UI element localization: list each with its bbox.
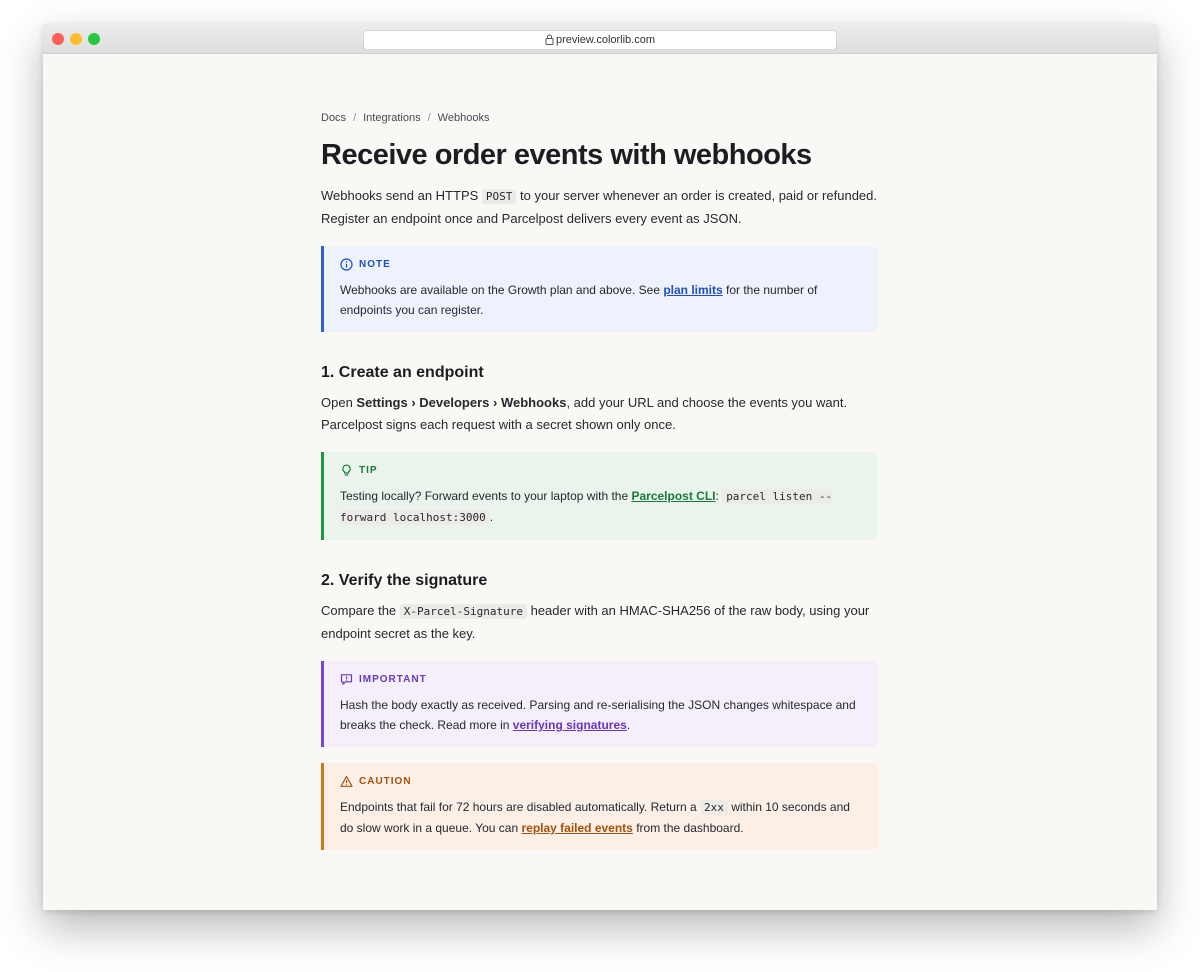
important-callout: IMPORTANT Hash the body exactly as recei… [321, 661, 878, 747]
important-label: IMPORTANT [359, 673, 427, 685]
path-separator: › [407, 395, 420, 410]
caution-label: CAUTION [359, 775, 412, 787]
important-header: IMPORTANT [340, 672, 862, 686]
breadcrumb: Docs / Integrations / Webhooks [321, 111, 878, 125]
plan-limits-link[interactable]: plan limits [663, 283, 722, 297]
caution-callout: CAUTION Endpoints that fail for 72 hours… [321, 763, 878, 850]
note-header: NOTE [340, 257, 862, 271]
path-separator: › [489, 395, 501, 410]
caution-header: CAUTION [340, 774, 862, 788]
tip-callout: TIP Testing locally? Forward events to y… [321, 452, 878, 540]
caution-text: from the dashboard. [632, 821, 744, 835]
note-callout: NOTE Webhooks are available on the Growt… [321, 246, 878, 332]
replay-failed-events-link[interactable]: replay failed events [521, 821, 632, 835]
important-body: Hash the body exactly as received. Parsi… [340, 695, 862, 735]
url-text: preview.colorlib.com [555, 34, 656, 46]
browser-window: preview.colorlib.com Docs / Integrations / W… [43, 24, 1157, 910]
parcelpost-cli-link[interactable]: Parcelpost CLI [631, 489, 715, 503]
section-heading-create-endpoint: 1. Create an endpoint [321, 364, 484, 381]
section1-paragraph: Open Settings › Developers › Webhooks, a… [321, 392, 878, 436]
section2-text: Compare the [321, 603, 400, 618]
section-heading-verify-signature: 2. Verify the signature [321, 572, 488, 589]
webhooks-label: Webhooks [500, 395, 567, 410]
message-icon [340, 673, 353, 685]
breadcrumb-webhooks[interactable]: Webhooks [438, 112, 490, 124]
tip-text: . [489, 510, 494, 524]
caution-body: Endpoints that fail for 72 hours are dis… [340, 797, 862, 838]
inline-code-post: POST [481, 189, 517, 204]
tip-header: TIP [340, 463, 862, 477]
inline-code-signature-header: X-Parcel-Signature [399, 604, 527, 619]
doc-content: Docs / Integrations / Webhooks Receive order… [321, 111, 878, 850]
zoom-window-button[interactable] [88, 33, 100, 45]
page-title: Receive order events with webhooks [321, 139, 812, 171]
inline-code-2xx: 2xx [699, 800, 728, 815]
title-bar: preview.colorlib.com [43, 24, 1157, 54]
section1-text: Open [321, 395, 357, 410]
intro-text: Webhooks send an HTTPS [321, 188, 482, 203]
minimize-window-button[interactable] [70, 33, 82, 45]
tip-text: Testing locally? Forward events to your … [340, 489, 632, 503]
breadcrumb-separator: / [353, 112, 357, 124]
note-label: NOTE [359, 258, 391, 270]
intro-paragraph: Webhooks send an HTTPS POST to your serv… [321, 185, 878, 230]
developers-label: Developers [419, 395, 490, 410]
verifying-signatures-link[interactable]: verifying signatures [513, 718, 627, 732]
caution-text: Endpoints that fail for 72 hours are dis… [340, 800, 700, 814]
settings-label: Settings [356, 395, 408, 410]
info-icon [340, 257, 353, 271]
important-text: . [626, 718, 631, 732]
warning-icon [340, 775, 353, 787]
breadcrumb-docs[interactable]: Docs [321, 112, 346, 124]
address-bar[interactable]: preview.colorlib.com [363, 30, 837, 50]
lightbulb-icon [342, 464, 351, 476]
close-window-button[interactable] [52, 33, 64, 45]
tip-label: TIP [359, 464, 378, 476]
note-body: Webhooks are available on the Growth pla… [340, 280, 862, 320]
tip-body: Testing locally? Forward events to your … [340, 486, 862, 528]
note-text: Webhooks are available on the Growth pla… [340, 283, 664, 297]
lock-icon [545, 34, 554, 45]
breadcrumb-integrations[interactable]: Integrations [363, 112, 420, 124]
breadcrumb-separator: / [427, 112, 431, 124]
section2-paragraph: Compare the X-Parcel-Signature header wi… [321, 600, 878, 645]
